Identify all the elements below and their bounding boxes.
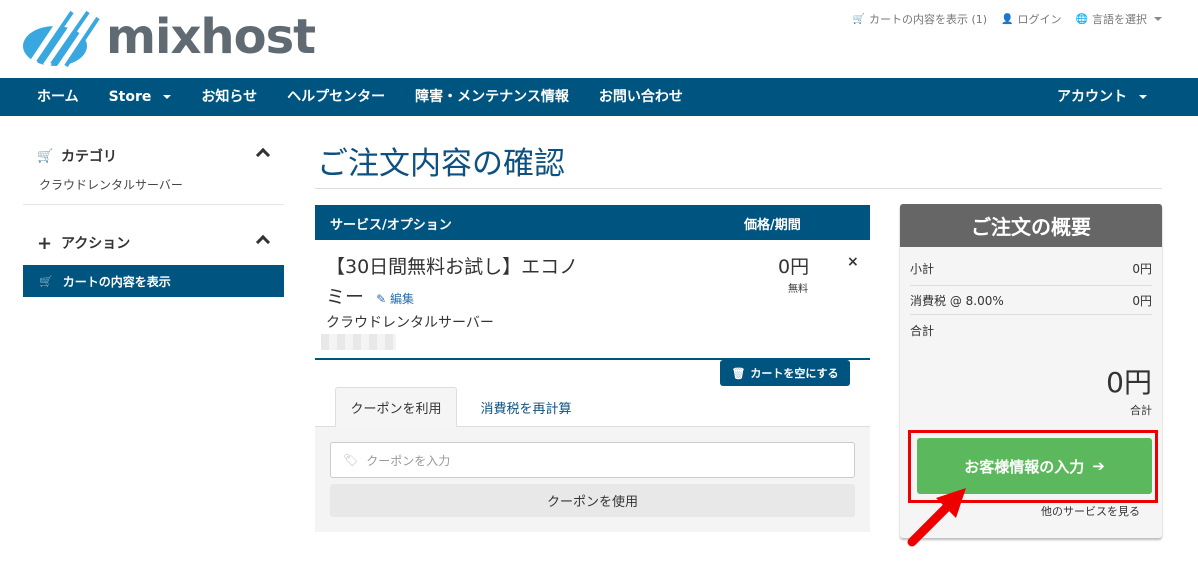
cart-icon: 🛒 xyxy=(37,148,54,164)
chevron-up-icon[interactable] xyxy=(255,234,271,250)
cart-item-domain-redacted xyxy=(321,334,396,350)
cart-tabs: クーポンを利用 消費税を再計算 xyxy=(315,387,870,428)
continue-shopping-link[interactable]: 他のサービスを見る xyxy=(1041,503,1140,519)
plus-icon: + xyxy=(37,232,53,254)
cart-icon: 🛒 xyxy=(39,274,53,288)
tax-row: 消費税 @ 8.00% 0円 xyxy=(910,292,1152,309)
nav-help-center[interactable]: ヘルプセンター xyxy=(272,78,400,116)
cart-icon: 🛒 xyxy=(852,13,866,25)
nav-account-label: アカウント xyxy=(1057,89,1127,105)
coupon-placeholder: クーポンを入力 xyxy=(366,453,451,468)
summary-divider xyxy=(910,314,1152,315)
page-title: ご注文内容の確認 xyxy=(317,146,565,182)
checkout-label: お客様情報の入力 xyxy=(964,457,1085,476)
total-row: 合計 xyxy=(910,322,1152,339)
cart-item-name-line2: ミー xyxy=(326,286,365,308)
logo-mark-icon xyxy=(23,8,100,68)
cart-item-row: 【30日間無料お試し】エコノ ミー ✎ 編集 クラウドレンタルサーバー 0円 無… xyxy=(315,240,870,360)
column-header-service: サービス/オプション xyxy=(330,218,452,233)
apply-coupon-button[interactable]: クーポンを使用 xyxy=(330,484,855,517)
view-cart-link[interactable]: 🛒 カートの内容を表示 (1) xyxy=(853,11,988,27)
sidebar-item-view-cart[interactable]: 🛒 カートの内容を表示 xyxy=(23,265,284,297)
top-utility-bar: 🛒 カートの内容を表示 (1) 👤 ログイン 🌐 言語を選択 xyxy=(853,11,1162,27)
nav-store-label: Store xyxy=(108,89,152,105)
edit-item-link[interactable]: ✎ 編集 xyxy=(376,292,414,306)
brand-logo[interactable]: mixhost xyxy=(22,6,316,68)
empty-cart-label: カートを空にする xyxy=(750,367,839,380)
subtotal-value: 0円 xyxy=(1132,262,1152,276)
chevron-down-icon xyxy=(1154,17,1162,21)
sidebar-item-view-cart-label: カートの内容を表示 xyxy=(62,274,171,289)
nav-account[interactable]: アカウント xyxy=(1042,78,1162,116)
nav-maintenance[interactable]: 障害・メンテナンス情報 xyxy=(400,78,584,116)
pencil-icon: ✎ xyxy=(376,292,387,306)
trash-icon: 🗑 xyxy=(731,366,746,380)
total-value: 0円 xyxy=(1106,366,1152,399)
main-navbar: ホーム Store お知らせ ヘルプセンター 障害・メンテナンス情報 お問い合わ… xyxy=(0,78,1198,116)
brand-name: mixhost xyxy=(106,9,316,65)
cart-item-name-line1: 【30日間無料お試し】エコノ xyxy=(326,256,579,278)
chevron-down-icon xyxy=(163,95,172,99)
language-icon: 🌐 xyxy=(1075,13,1088,25)
chevron-down-icon xyxy=(1139,95,1147,99)
order-summary-title: ご注文の概要 xyxy=(900,204,1162,247)
cart-item-price: 0円 xyxy=(778,256,810,278)
red-pointer-arrow-icon xyxy=(907,488,966,547)
title-divider xyxy=(315,188,1162,189)
subtotal-row: 小計 0円 xyxy=(910,260,1152,277)
chevron-up-icon[interactable] xyxy=(255,147,271,163)
nav-news[interactable]: お知らせ xyxy=(186,78,272,116)
sidebar-category-header[interactable]: 🛒 カテゴリ xyxy=(23,140,284,172)
subtotal-label: 小計 xyxy=(910,262,935,276)
arrow-right-icon: ➔ xyxy=(1092,457,1105,475)
cart-item-price-note: 無料 xyxy=(788,284,808,295)
remove-item-button[interactable]: × xyxy=(847,254,859,270)
nav-home[interactable]: ホーム xyxy=(22,78,94,116)
user-icon: 👤 xyxy=(1001,13,1014,25)
nav-store[interactable]: Store xyxy=(94,78,187,116)
edit-item-label: 編集 xyxy=(389,292,414,306)
sidebar-action-title: アクション xyxy=(61,236,131,252)
cart-table-header: サービス/オプション 価格/期間 xyxy=(315,205,870,240)
view-cart-label: カートの内容を表示 (1) xyxy=(869,13,988,26)
cart-item-category: クラウドレンタルサーバー xyxy=(326,315,494,331)
nav-contact[interactable]: お問い合わせ xyxy=(584,78,698,116)
total-caption: 合計 xyxy=(1130,404,1152,417)
cart-item-name: 【30日間無料お試し】エコノ ミー ✎ 編集 xyxy=(326,252,626,314)
empty-cart-button[interactable]: 🗑 カートを空にする xyxy=(720,360,850,386)
header: mixhost 🛒 カートの内容を表示 (1) 👤 ログイン 🌐 言語を選択 xyxy=(0,0,1198,78)
language-selector[interactable]: 🌐 言語を選択 xyxy=(1076,11,1162,27)
summary-divider xyxy=(910,285,1152,286)
sidebar: 🛒 カテゴリ クラウドレンタルサーバー + アクション 🛒 カートの内容を表示 xyxy=(23,140,284,297)
sidebar-action-header[interactable]: + アクション xyxy=(23,227,284,259)
cart-table: サービス/オプション 価格/期間 【30日間無料お試し】エコノ ミー ✎ 編集 … xyxy=(315,205,870,386)
sidebar-item-cloud-rental-server[interactable]: クラウドレンタルサーバー xyxy=(23,172,284,205)
tab-coupon[interactable]: クーポンを利用 xyxy=(335,387,457,428)
sidebar-category-title: カテゴリ xyxy=(61,149,117,165)
language-label: 言語を選択 xyxy=(1092,13,1147,26)
coupon-panel: 🏷 クーポンを入力 クーポンを使用 xyxy=(315,427,870,532)
login-link[interactable]: 👤 ログイン xyxy=(1001,11,1061,27)
total-label: 合計 xyxy=(910,324,935,338)
tax-label: 消費税 @ 8.00% xyxy=(910,294,1004,308)
tax-value: 0円 xyxy=(1132,294,1152,308)
login-label: ログイン xyxy=(1017,13,1062,26)
column-header-price: 価格/期間 xyxy=(744,218,801,233)
tag-icon: 🏷 xyxy=(343,453,359,467)
tab-tax-recalc[interactable]: 消費税を再計算 xyxy=(471,387,581,428)
coupon-input[interactable]: 🏷 クーポンを入力 xyxy=(330,442,855,478)
